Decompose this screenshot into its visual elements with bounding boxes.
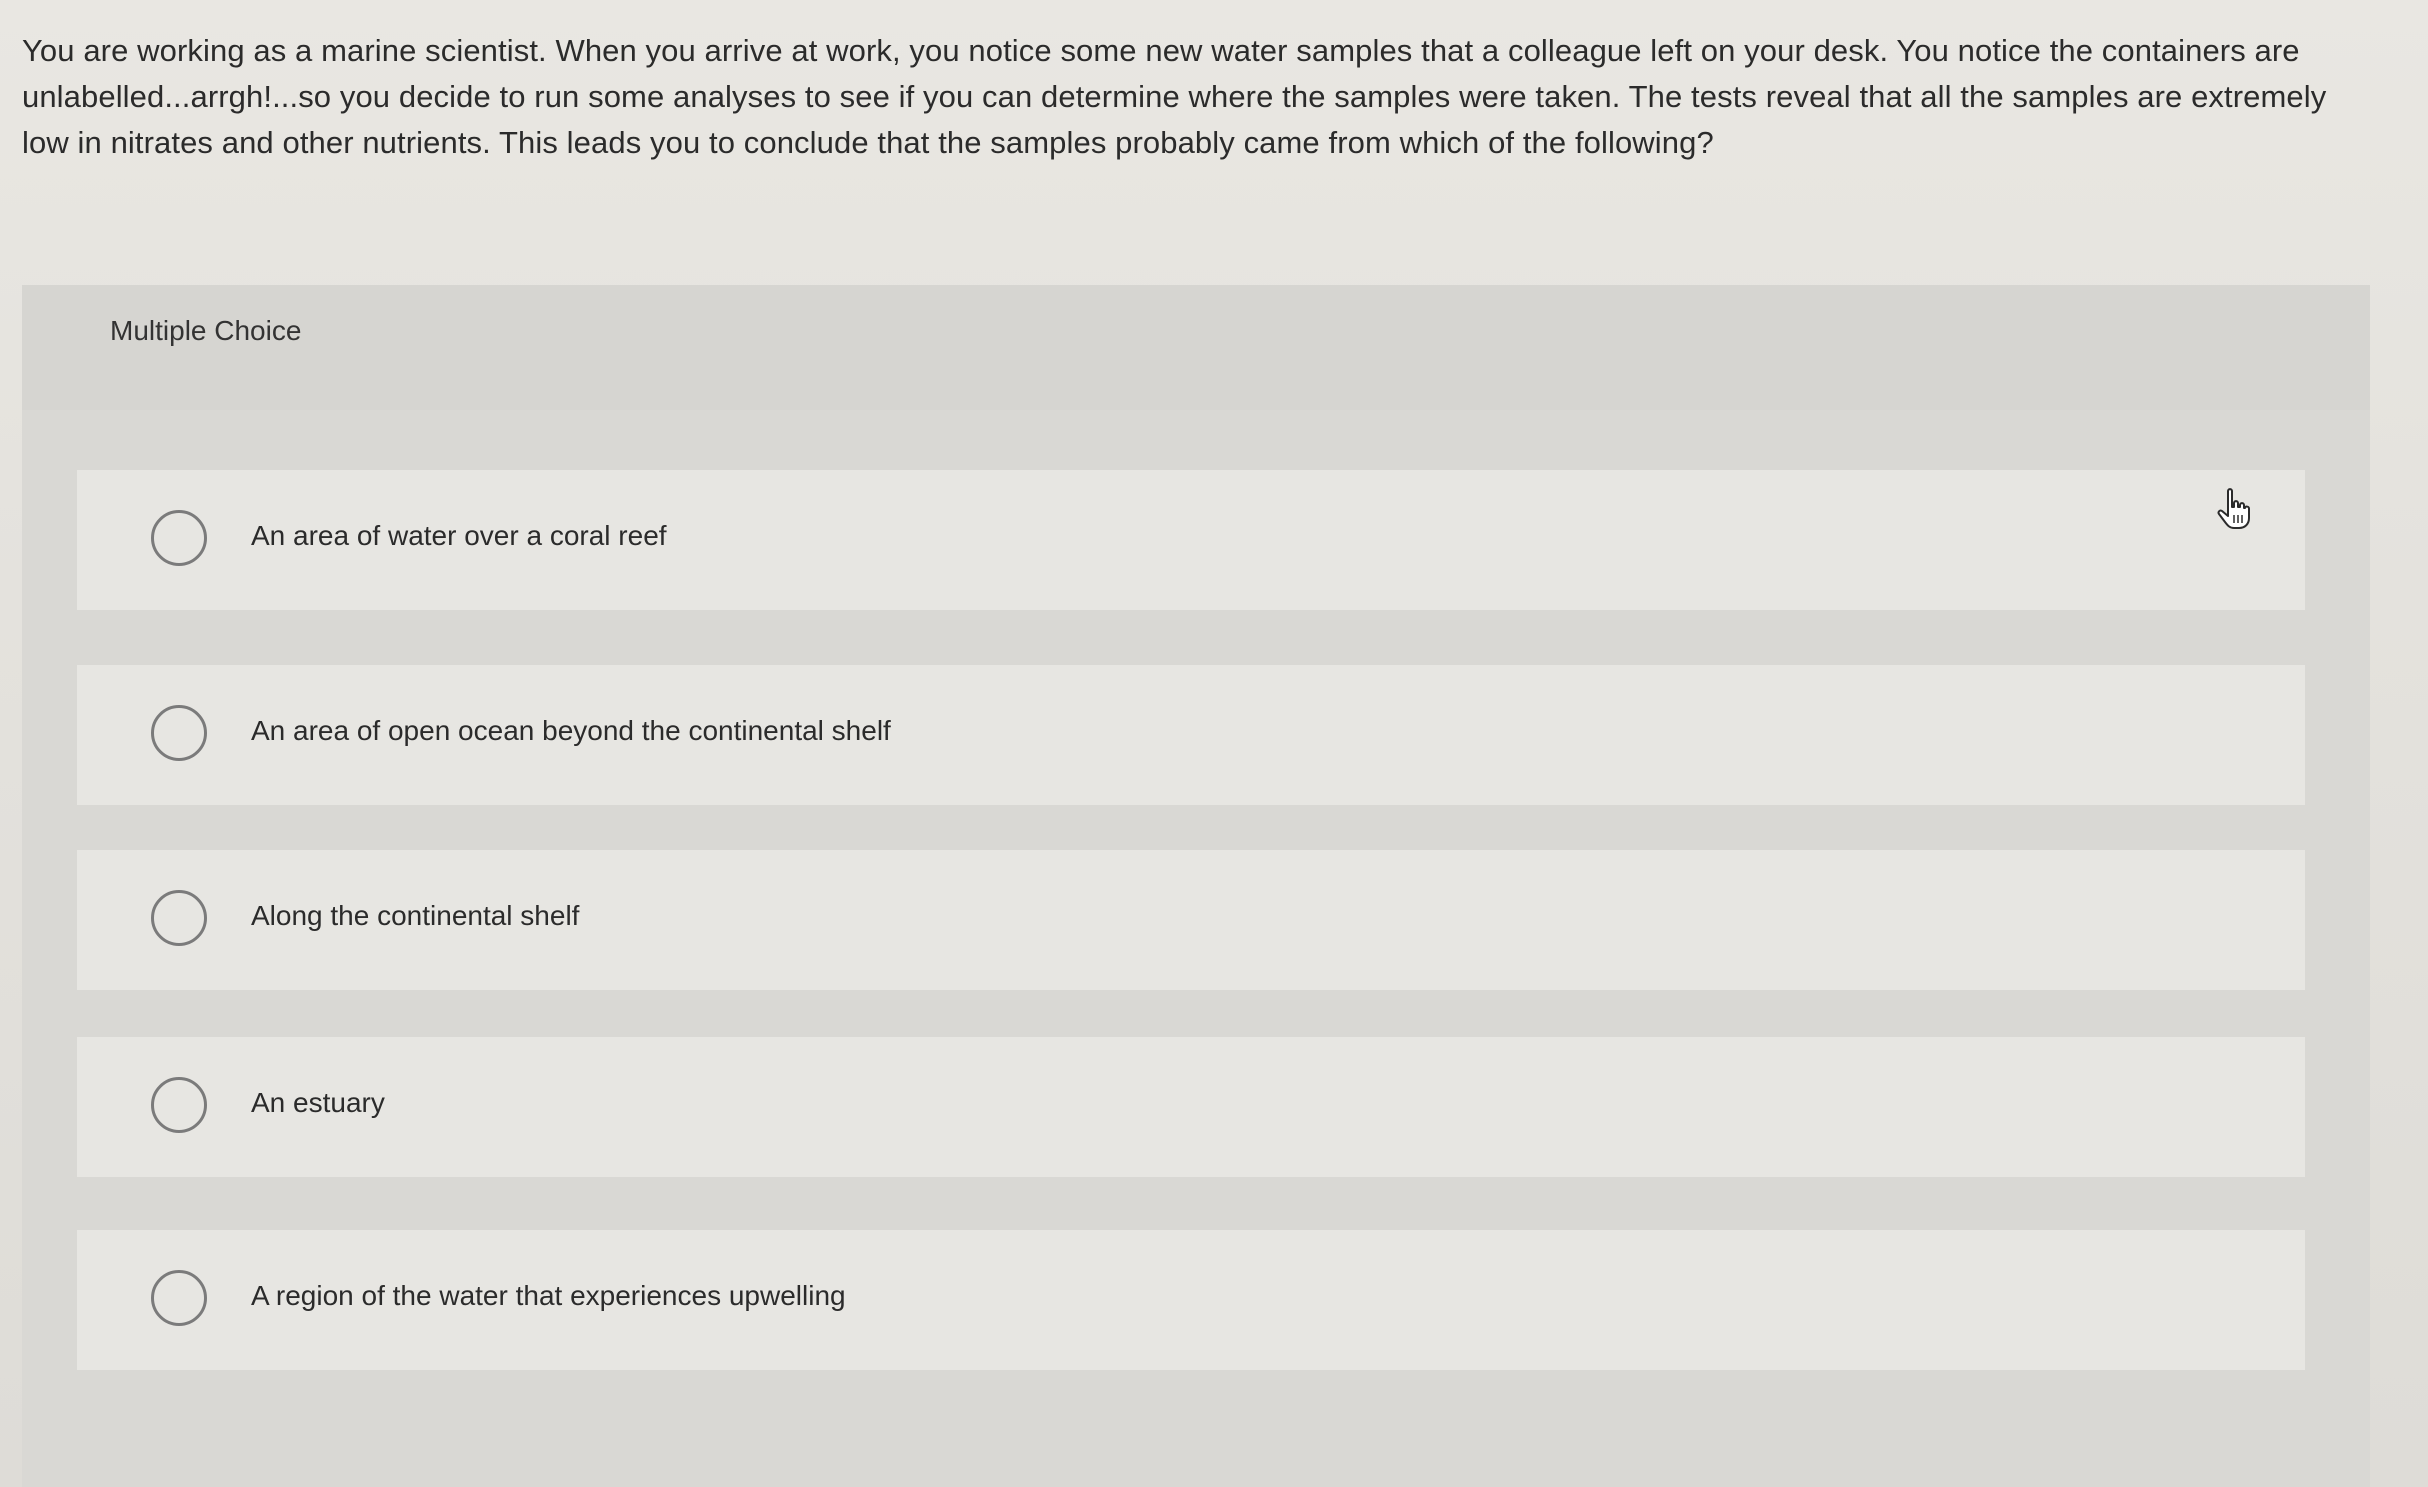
answer-option-label: An estuary [251, 1087, 385, 1118]
answer-option-label: Along the continental shelf [251, 900, 580, 931]
answer-option-label: An area of water over a coral reef [251, 520, 667, 551]
question-text: You are working as a marine scientist. W… [22, 33, 2327, 160]
answer-option-label: An area of open ocean beyond the contine… [251, 715, 891, 746]
answer-option-2[interactable]: An area of open ocean beyond the contine… [77, 665, 2305, 805]
answer-option-5[interactable]: A region of the water that experiences u… [77, 1230, 2305, 1370]
quiz-page: You are working as a marine scientist. W… [0, 0, 2428, 1487]
hand-pointer-icon [2217, 488, 2250, 529]
multiple-choice-label: Multiple Choice [110, 315, 302, 346]
radio-unchecked-icon[interactable] [151, 890, 207, 946]
radio-unchecked-icon[interactable] [151, 1077, 207, 1133]
answer-option-4[interactable]: An estuary [77, 1037, 2305, 1177]
answer-option-label: A region of the water that experiences u… [251, 1280, 846, 1311]
answer-option-1[interactable]: An area of water over a coral reef [77, 470, 2305, 610]
multiple-choice-panel: Multiple Choice An area of water over a … [22, 285, 2370, 1487]
radio-unchecked-icon[interactable] [151, 1270, 207, 1326]
radio-unchecked-icon[interactable] [151, 510, 207, 566]
radio-unchecked-icon[interactable] [151, 705, 207, 761]
answer-option-3[interactable]: Along the continental shelf [77, 850, 2305, 990]
multiple-choice-header: Multiple Choice [22, 285, 2370, 410]
